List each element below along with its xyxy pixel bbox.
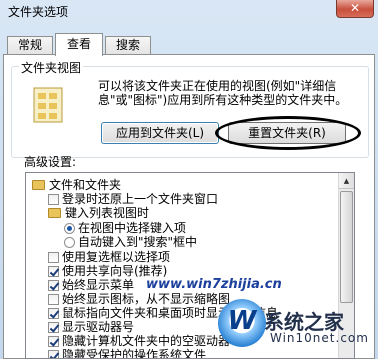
folder-views-description: 可以将该文件夹正在使用的视图(例如"详细信息"或"图标")应用到所有这种类型的文… [98, 79, 348, 107]
checkbox[interactable] [48, 322, 59, 333]
folder-options-window: 文件夹选项 ✕ 常规 查看 搜索 文件夹视图 可以将该文件夹正在使用的视图(例如… [0, 0, 378, 359]
list-item[interactable]: 始终显示图标，从不显示缩略图 [48, 292, 230, 306]
checkbox[interactable] [48, 308, 59, 319]
list-item[interactable]: 使用复选框以选择项 [48, 250, 170, 264]
checkbox[interactable] [48, 350, 59, 358]
window-title: 文件夹选项 [8, 5, 69, 19]
apply-to-folders-button[interactable]: 应用到文件夹(L) [101, 122, 219, 144]
tab-general[interactable]: 常规 [7, 36, 53, 55]
scrollbar-thumb[interactable] [340, 191, 353, 303]
list-item[interactable]: 隐藏计算机文件夹中的空驱动器 [48, 334, 230, 348]
tab-search[interactable]: 搜索 [105, 36, 151, 55]
tab-view[interactable]: 查看 [55, 33, 103, 56]
radio-button[interactable] [64, 237, 75, 248]
list-item[interactable]: 键入列表视图时 [48, 206, 149, 220]
folder-icon [48, 208, 61, 218]
watermark-logo-subtext: Win10net.com [270, 331, 369, 345]
list-item[interactable]: 隐藏受保护的操作系统文件 [48, 348, 206, 358]
folder-icon [32, 180, 45, 190]
radio-button[interactable] [64, 223, 75, 234]
list-item[interactable]: 登录时还原上一个文件夹窗口 [48, 192, 218, 206]
list-item[interactable]: 在视图中选择键入项 [64, 221, 186, 235]
folder-view-icon [33, 87, 63, 123]
list-item[interactable]: 始终显示菜单 [48, 278, 134, 292]
list-item[interactable]: 自动键入到"搜索"框中 [64, 235, 197, 249]
watermark-logo-letter: W [227, 306, 257, 336]
checkbox[interactable] [48, 194, 59, 205]
tab-bar: 常规 查看 搜索 [5, 33, 373, 56]
highlight-ellipse [215, 116, 361, 150]
scroll-up-arrow-icon[interactable]: ▲ [339, 173, 354, 189]
checkbox[interactable] [48, 294, 59, 305]
folder-views-legend: 文件夹视图 [19, 59, 84, 76]
list-item[interactable]: 显示驱动器号 [48, 320, 134, 334]
checkbox[interactable] [48, 252, 59, 263]
folder-views-group: 文件夹视图 可以将该文件夹正在使用的视图(例如"详细信息"或"图标")应用到所有… [11, 59, 369, 158]
checkbox[interactable] [48, 280, 59, 291]
advanced-settings-label: 高级设置: [24, 155, 77, 169]
list-item[interactable]: 使用共享向导(推荐) [48, 264, 167, 278]
close-button[interactable]: ✕ [336, 0, 374, 18]
checkbox[interactable] [48, 266, 59, 277]
checkbox[interactable] [48, 336, 59, 347]
watermark-url: www.win7zhijia.cn [146, 277, 282, 292]
list-item[interactable]: 文件和文件夹 [32, 178, 121, 192]
